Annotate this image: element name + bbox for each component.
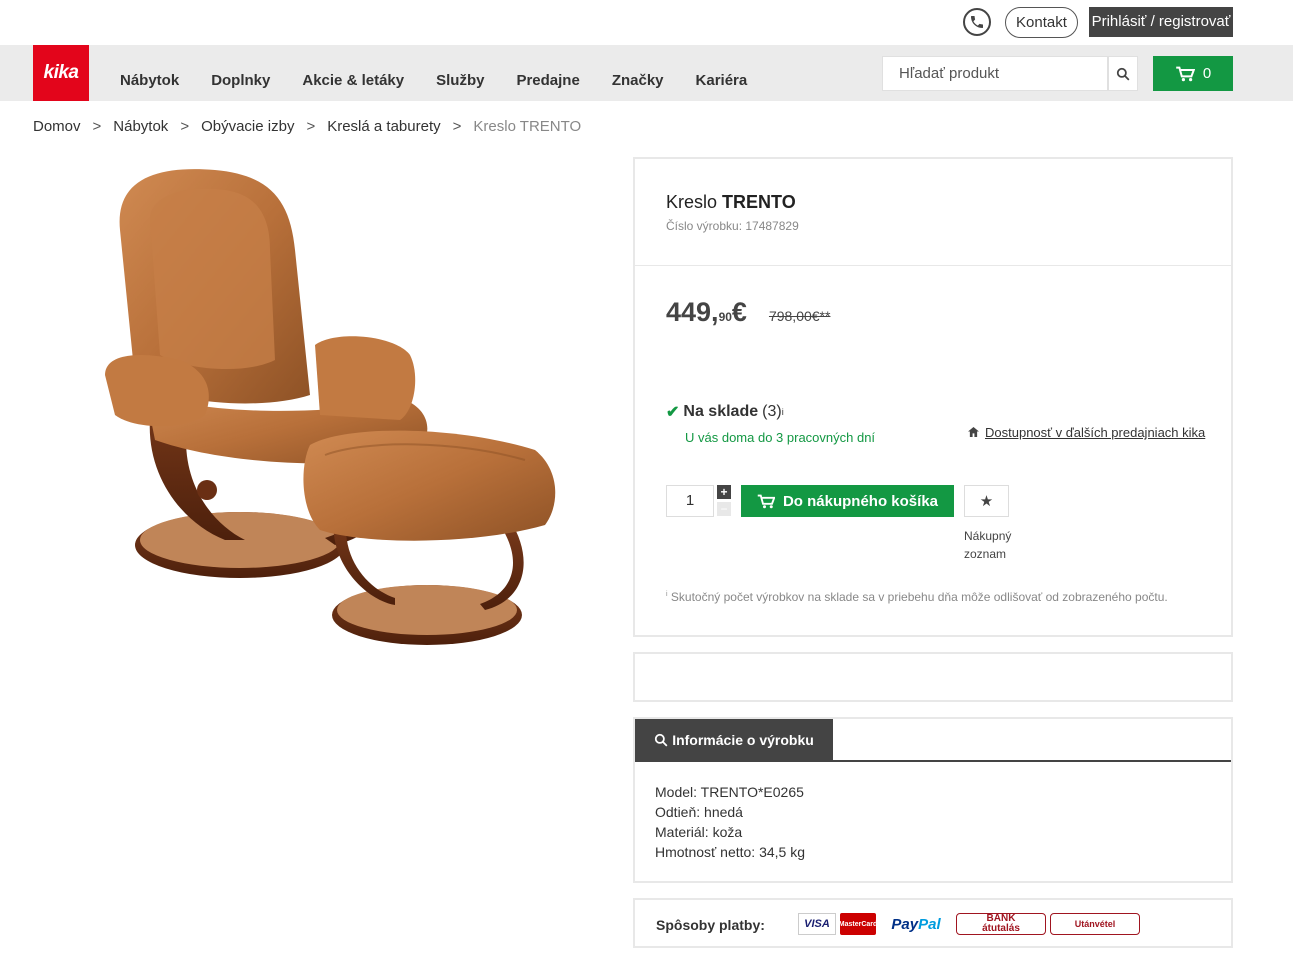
add-to-cart-label: Do nákupného košíka [782, 492, 939, 510]
wishlist-button[interactable]: ★ [964, 485, 1009, 517]
payment-methods-panel: Spôsoby platby: VISA MasterCard Pay Pal B… [633, 898, 1233, 948]
home-icon [968, 426, 979, 440]
main-navbar: kika Nábytok Doplnky Akcie & letáky Služ… [0, 45, 1293, 101]
kika-logo[interactable]: kika [33, 45, 89, 101]
payment-label: Spôsoby platby: [656, 917, 765, 933]
nav-menu: Nábytok Doplnky Akcie & letáky Služby Pr… [120, 45, 779, 101]
info-material: Materiál: koža [655, 824, 743, 840]
quantity-input[interactable]: 1 [666, 485, 714, 517]
tab-product-info[interactable]: Informácie o výrobku [635, 719, 833, 760]
wishlist-label-line2: zoznam [964, 547, 1007, 561]
price-old: 798,00€** [768, 308, 831, 324]
breadcrumb-nabytok[interactable]: Nábytok [113, 118, 168, 135]
breadcrumb-kresla-taburety[interactable]: Kreslá a taburety [327, 118, 440, 135]
bank-text-2: átutalás [982, 923, 1020, 934]
cash-on-delivery-icon: Utánvétel [1050, 913, 1140, 935]
availability-label: Dostupnosť v ďalších predajniach kika [985, 425, 1206, 440]
info-color: Odtieň: hnedá [655, 804, 743, 820]
visa-icon: VISA [798, 913, 836, 935]
breadcrumb-domov[interactable]: Domov [33, 118, 81, 135]
quantity-plus-button[interactable]: + [717, 485, 731, 499]
paypal-text-2: Pal [918, 915, 941, 933]
availability-link[interactable]: Dostupnosť v ďalších predajniach kika [968, 425, 1205, 440]
bank-transfer-icon: BANK átutalás [956, 913, 1046, 935]
stock-info-mark: i [781, 407, 784, 417]
info-model: Model: TRENTO*E0265 [655, 784, 804, 800]
paypal-text-1: Pay [891, 915, 919, 933]
cart-icon [1176, 66, 1195, 81]
breadcrumb-separator: > [92, 118, 102, 135]
tab-product-info-label: Informácie o výrobku [672, 731, 814, 748]
product-title-prefix: Kreslo [666, 192, 723, 212]
price-main: 449, [666, 297, 719, 327]
paypal-icon: Pay Pal [880, 913, 952, 935]
breadcrumb-separator: > [306, 118, 316, 135]
star-icon: ★ [979, 493, 994, 510]
wishlist-label-line1: Nákupný [964, 529, 1012, 543]
login-register-button[interactable]: Prihlásiť / registrovať [1089, 7, 1233, 37]
empty-panel [633, 652, 1233, 702]
cart-icon [757, 494, 775, 508]
mastercard-icon: MasterCard [839, 913, 877, 935]
cart-count: 0 [1202, 65, 1212, 82]
stock-note: i Skutočný počet výrobkov na sklade sa v… [666, 590, 1168, 604]
wishlist-label: Nákupný zoznam [964, 527, 1024, 563]
cart-button[interactable]: 0 [1153, 56, 1233, 91]
stock-count: (3) [762, 403, 782, 420]
product-title-name: TRENTO [722, 192, 796, 212]
breadcrumb-separator: > [452, 118, 462, 135]
product-title-area: Kreslo TRENTO Číslo výrobku: 17487829 [635, 159, 1231, 266]
product-title: Kreslo TRENTO [666, 192, 1231, 213]
price-row: 449, 90 € 798,00€** [666, 297, 830, 328]
note-text: Skutočný počet výrobkov na sklade sa v p… [670, 590, 1168, 604]
stock-label: Na sklade [683, 403, 759, 420]
product-number: Číslo výrobku: 17487829 [666, 219, 799, 233]
stock-status: ✔ Na sklade (3) i [666, 402, 784, 422]
nav-item-sluzby[interactable]: Služby [436, 58, 484, 89]
delivery-text: U vás doma do 3 pracovných dní [685, 430, 876, 445]
breadcrumb: Domov > Nábytok > Obývacie izby > Kreslá… [33, 118, 581, 135]
add-to-cart-button[interactable]: Do nákupného košíka [741, 485, 954, 517]
nav-item-kariera[interactable]: Kariéra [696, 58, 748, 89]
quantity-minus-button[interactable]: − [717, 502, 731, 516]
nav-item-akcie-letaky[interactable]: Akcie & letáky [302, 58, 404, 89]
info-weight: Hmotnosť netto: 34,5 kg [655, 844, 806, 860]
search-icon [655, 733, 668, 746]
phone-icon[interactable] [963, 8, 991, 36]
nav-item-znacky[interactable]: Značky [612, 58, 664, 89]
utility-bar: Kontakt Prihlásiť / registrovať [0, 0, 1293, 45]
tab-underline [635, 760, 1231, 762]
breadcrumb-obyvacie-izby[interactable]: Obývacie izby [201, 118, 294, 135]
payment-icons: VISA MasterCard Pay Pal BANK átutalás Utá… [798, 913, 1144, 935]
logo-text: kika [43, 62, 79, 83]
product-panel: Kreslo TRENTO Číslo výrobku: 17487829 44… [633, 157, 1233, 637]
nav-item-nabytok[interactable]: Nábytok [120, 58, 179, 89]
product-info-list: Model: TRENTO*E0265 Odtieň: hnedá Materi… [655, 782, 805, 862]
price-cents: 90 [718, 310, 732, 324]
product-info-panel: Informácie o výrobku Model: TRENTO*E0265… [633, 717, 1233, 883]
breadcrumb-current: Kreslo TRENTO [473, 118, 582, 135]
search-icon[interactable] [1108, 56, 1138, 91]
nav-item-predajne[interactable]: Predajne [516, 58, 579, 89]
product-image[interactable] [95, 160, 565, 655]
search-input[interactable]: Hľadať produkt [882, 56, 1108, 91]
note-mark: i [666, 591, 668, 598]
check-icon: ✔ [666, 404, 680, 421]
breadcrumb-separator: > [180, 118, 190, 135]
price-currency: € [731, 297, 747, 327]
nav-item-doplnky[interactable]: Doplnky [211, 58, 270, 89]
contact-button[interactable]: Kontakt [1005, 7, 1078, 38]
